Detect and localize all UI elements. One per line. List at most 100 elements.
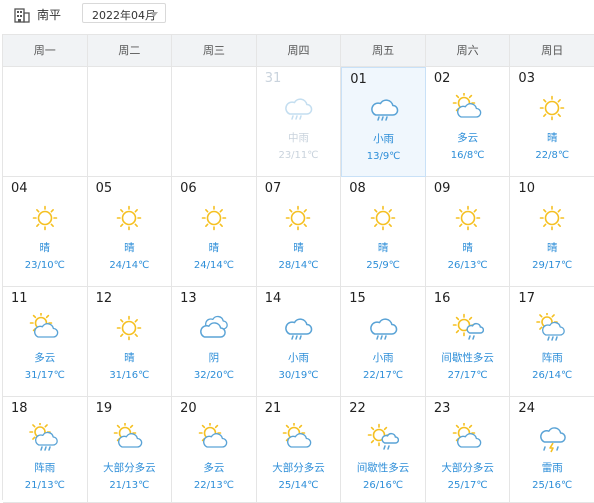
temperature-range: 16/8℃ (450, 150, 485, 161)
day-number: 12 (95, 291, 113, 306)
day-cell-11[interactable]: 11 多云 31/17℃ (3, 287, 88, 397)
temperature-range: 26/13℃ (447, 260, 488, 271)
weather-description: 小雨 (373, 133, 395, 145)
weather-description: 晴 (124, 352, 135, 364)
temperature-range: 22/13℃ (193, 480, 234, 491)
day-cell-01[interactable]: 01 小雨 13/9℃ (341, 67, 426, 177)
day-cell-18[interactable]: 18 阵雨 21/13℃ (3, 397, 88, 503)
day-cell-16[interactable]: 16 间歇性多云 27/17℃ (425, 287, 511, 397)
day-cell-05[interactable]: 05 晴 24/14℃ (87, 177, 173, 287)
day-number: 15 (349, 291, 366, 306)
building-icon (14, 8, 30, 23)
day-cell-22[interactable]: 22 间歇性多云 26/16℃ (341, 397, 426, 503)
weather-description: 多云 (203, 462, 225, 474)
weekday-label: 周六 (426, 35, 511, 66)
temperature-range: 27/17℃ (447, 370, 488, 381)
calendar-grid: 31 中雨 23/11℃ 01 小雨 13/9℃ 02 多云 16/8℃ 03 晴 22/8℃ 04 晴 2… (3, 67, 594, 503)
day-cell-13[interactable]: 13 阴 32/20℃ (172, 287, 257, 397)
day-cell-03[interactable]: 03 晴 22/8℃ (510, 67, 594, 177)
weather-description: 间歇性多云 (356, 462, 410, 474)
sun-icon (370, 205, 396, 231)
weather-description: 晴 (462, 242, 473, 254)
day-cell-17[interactable]: 17 阵雨 26/14℃ (510, 287, 594, 397)
weather-description: 大部分多云 (441, 462, 494, 474)
empty-day-cell (3, 67, 88, 177)
temperature-range: 23/10℃ (24, 260, 65, 271)
day-number: 04 (11, 181, 28, 196)
partly-cloudy-icon (198, 423, 228, 448)
day-number: 18 (11, 401, 28, 416)
weather-description: 小雨 (287, 352, 309, 364)
rain-icon (370, 99, 398, 121)
day-cell-02[interactable]: 02 多云 16/8℃ (425, 67, 511, 177)
day-cell-08[interactable]: 08 晴 25/9℃ (341, 177, 426, 287)
day-number: 01 (350, 72, 367, 87)
weather-description: 雷雨 (541, 462, 563, 474)
day-cell-19[interactable]: 19 大部分多云 21/13℃ (87, 397, 173, 503)
rain-icon (370, 318, 398, 340)
day-cell-09[interactable]: 09 晴 26/13℃ (425, 177, 511, 287)
day-number: 13 (180, 291, 197, 306)
day-cell-15[interactable]: 15 小雨 22/17℃ (341, 287, 426, 397)
weekday-label: 周一 (3, 35, 88, 66)
sun-icon (455, 205, 480, 231)
day-cell-31[interactable]: 31 中雨 23/11℃ (256, 67, 342, 177)
weather-description: 阵雨 (34, 462, 56, 474)
partly-cloudy-icon (452, 93, 481, 118)
weather-description: 大部分多云 (272, 462, 325, 474)
day-number: 11 (11, 291, 28, 306)
day-number: 05 (95, 181, 113, 196)
day-cell-24[interactable]: 24 雷雨 25/16℃ (510, 397, 594, 503)
temperature-range: 28/14℃ (278, 260, 319, 271)
intermittent-cloudy-icon (367, 423, 400, 450)
day-number: 20 (180, 401, 197, 416)
weather-description: 阴 (208, 352, 220, 364)
temperature-range: 30/19℃ (278, 370, 319, 381)
temperature-range: 21/13℃ (24, 480, 65, 491)
day-cell-06[interactable]: 06 晴 24/14℃ (172, 177, 257, 287)
weather-description: 多云 (457, 132, 479, 144)
day-number: 31 (264, 71, 282, 86)
day-number: 22 (349, 401, 366, 416)
weather-description: 大部分多云 (103, 462, 156, 474)
showers-icon (28, 423, 58, 451)
day-cell-20[interactable]: 20 多云 22/13℃ (172, 397, 257, 503)
empty-day-cell (172, 67, 257, 177)
day-cell-23[interactable]: 23 大部分多云 25/17℃ (425, 397, 511, 503)
temperature-range: 25/16℃ (532, 480, 573, 491)
month-select[interactable]: 2022年04月 (82, 3, 166, 23)
sun-icon (201, 205, 227, 231)
sun-icon (117, 315, 142, 341)
day-number: 09 (433, 181, 451, 196)
day-number: 14 (264, 291, 282, 306)
partly-cloudy-icon (452, 423, 481, 448)
day-cell-12[interactable]: 12 晴 31/16℃ (87, 287, 173, 397)
month-select-value: 2022年04月 (92, 9, 156, 22)
weather-description: 晴 (293, 242, 304, 254)
day-cell-07[interactable]: 07 晴 28/14℃ (256, 177, 342, 287)
partly-cloudy-icon (283, 423, 312, 448)
intermittent-cloudy-icon (452, 313, 484, 340)
day-number: 03 (518, 71, 535, 86)
day-number: 02 (433, 71, 451, 86)
sun-icon (539, 205, 565, 231)
weather-description: 多云 (34, 352, 56, 364)
city-name[interactable]: 南平 (37, 6, 61, 23)
day-number: 07 (264, 181, 282, 196)
day-cell-04[interactable]: 04 晴 23/10℃ (3, 177, 88, 287)
day-number: 24 (518, 401, 535, 416)
weather-calendar: 周一 周二 周三 周四 周五 周六 周日 31 中雨 23/11℃ 01 小雨 13/9℃ 02 多云 16… (2, 34, 594, 503)
day-cell-14[interactable]: 14 小雨 30/19℃ (256, 287, 342, 397)
rain-icon (285, 318, 313, 340)
overcast-icon (200, 315, 228, 338)
showers-icon (536, 313, 566, 341)
partly-cloudy-icon (29, 313, 59, 338)
weather-description: 间歇性多云 (441, 352, 494, 364)
temperature-range: 25/17℃ (447, 480, 488, 491)
day-cell-21[interactable]: 21 大部分多云 25/14℃ (256, 397, 342, 503)
day-cell-10[interactable]: 10 晴 29/17℃ (510, 177, 594, 287)
empty-day-cell (87, 67, 173, 177)
weather-description: 阵雨 (541, 352, 563, 364)
rain-icon (285, 98, 313, 120)
day-number: 23 (433, 401, 451, 416)
